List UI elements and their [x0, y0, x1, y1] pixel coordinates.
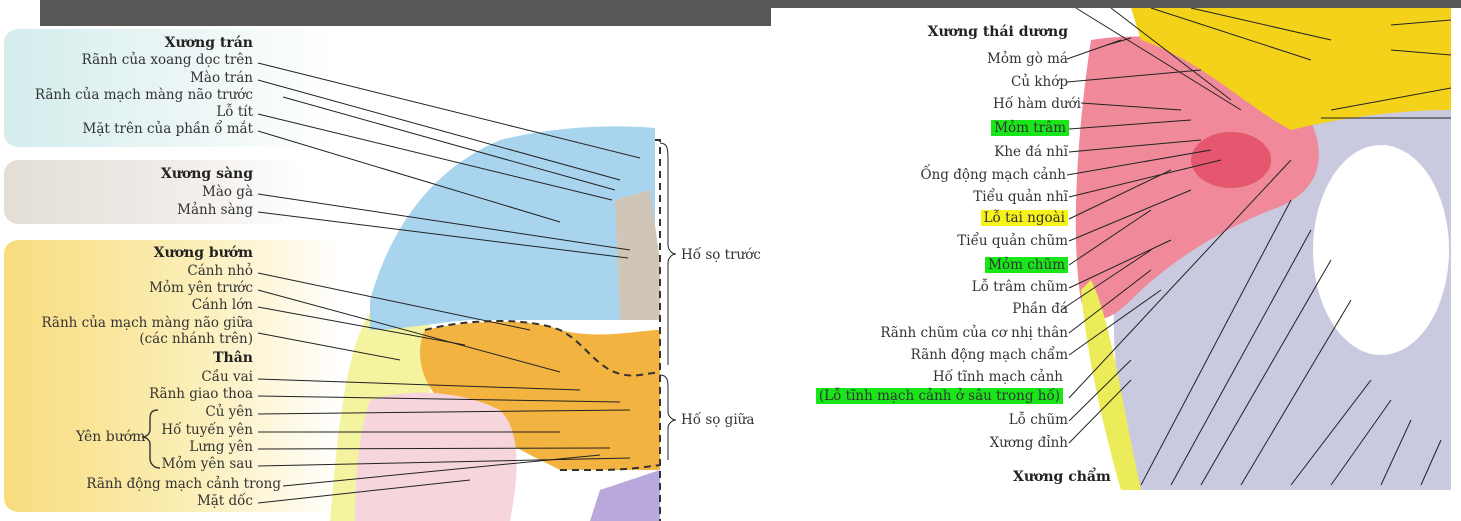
- label-cribriform-plate: Mảnh sàng: [177, 202, 253, 218]
- occipital-bone-title: Xương chẩm: [1013, 469, 1111, 485]
- ethmoid-bone-title: Xương sàng: [160, 166, 253, 182]
- label-anterior-meningeal-groove: Rãnh của mạch màng não trước: [34, 87, 253, 103]
- mastoid-highlight: Mỏm chũm: [985, 257, 1068, 273]
- label-jugular-foramen-note: (Lỗ tĩnh mạch cảnh ở sâu trong hố): [815, 388, 1063, 404]
- label-mastoid-notch: Rãnh chũm của cơ nhị thân: [880, 325, 1068, 341]
- middle-cranial-fossa-label: Hố sọ giữa: [681, 412, 755, 428]
- label-petrous-part: Phần đá: [1012, 301, 1068, 317]
- label-occipital-groove: Rãnh động mạch chẩm: [910, 347, 1068, 363]
- label-stylomastoid-foramen: Lỗ trâm chũm: [971, 279, 1068, 295]
- label-zygomatic-process: Mỏm gò má: [987, 51, 1068, 67]
- label-clivus: Mặt dốc: [196, 493, 253, 509]
- label-internal-carotid-groove: Rãnh động mạch cảnh trong: [86, 476, 281, 492]
- label-foramen-caecum: Lỗ tít: [216, 104, 253, 120]
- label-articular-tubercle: Củ khớp: [1011, 74, 1068, 90]
- left-figure-panel: Xương trán Rãnh của xoang dọc trên Mào t…: [0, 0, 771, 521]
- label-superior-sagittal-groove: Rãnh của xoang dọc trên: [81, 52, 253, 68]
- label-jugular-fossa: Hố tĩnh mạch cảnh: [932, 369, 1063, 385]
- anterior-cranial-fossa-label: Hố sọ trước: [681, 247, 761, 263]
- label-tuberculum-sellae: Củ yên: [205, 404, 253, 420]
- label-dorsum-sellae: Lưng yên: [189, 439, 253, 455]
- styloid-highlight: Mỏm trâm: [991, 120, 1069, 136]
- label-styloid-process: Mỏm trâm: [991, 120, 1069, 136]
- jugular-foramen-highlight: (Lỗ tĩnh mạch cảnh ở sâu trong hố): [815, 388, 1063, 404]
- frontal-bone-region: [370, 126, 655, 330]
- sella-turcica-group-label: Yên bướm: [76, 429, 146, 445]
- label-mastoid-process: Mỏm chũm: [985, 257, 1068, 273]
- label-mastoid-foramen: Lỗ chũm: [1008, 412, 1068, 428]
- label-tympanic-canaliculus: Tiểu quản nhĩ: [973, 189, 1068, 205]
- foramen-magnum: [1313, 145, 1449, 355]
- label-orbital-part-surface: Mặt trên của phần ổ mắt: [82, 121, 253, 137]
- label-hypophyseal-fossa: Hố tuyến yên: [161, 422, 253, 438]
- sphenoid-bone-title: Xương bướm: [153, 245, 253, 261]
- label-frontal-crest: Mào trán: [190, 70, 253, 86]
- temporal-bone-title: Xương thái dương: [927, 24, 1068, 40]
- skull-inferior-illustration: [1060, 7, 1452, 490]
- label-posterior-clinoid: Mỏm yên sau: [161, 456, 253, 472]
- label-parietal-bone: Xương đỉnh: [989, 435, 1068, 451]
- right-figure-panel: Xương thái dương Mỏm gò má Củ khớp Hố hà…: [771, 0, 1461, 521]
- label-middle-meningeal-groove: Rãnh của mạch màng não giữa: [41, 315, 253, 331]
- label-mastoid-canaliculus: Tiểu quản chũm: [957, 233, 1068, 249]
- label-external-acoustic-meatus: Lỗ tai ngoài: [980, 210, 1068, 226]
- label-greater-wing: Cánh lớn: [191, 297, 253, 313]
- label-petrotympanic-fissure: Khe đá nhĩ: [994, 144, 1068, 160]
- petrous-region: [1191, 132, 1271, 188]
- label-superior-branches: (các nhánh trên): [139, 331, 253, 347]
- label-anterior-clinoid: Mỏm yên trước: [149, 280, 253, 296]
- occipital-bone-region: [590, 470, 660, 521]
- frontal-bone-title: Xương trán: [164, 35, 253, 51]
- sphenoid-body-title: Thân: [213, 350, 253, 366]
- label-carotid-canal: Ống động mạch cảnh: [920, 167, 1067, 183]
- label-limbus: Cầu vai: [201, 369, 253, 385]
- label-mandibular-fossa: Hố hàm dưới: [993, 96, 1081, 112]
- meatus-highlight: Lỗ tai ngoài: [980, 210, 1068, 226]
- label-chiasmatic-groove: Rãnh giao thoa: [149, 386, 253, 402]
- label-crista-galli: Mào gà: [202, 184, 253, 200]
- label-lesser-wing: Cánh nhỏ: [187, 263, 253, 279]
